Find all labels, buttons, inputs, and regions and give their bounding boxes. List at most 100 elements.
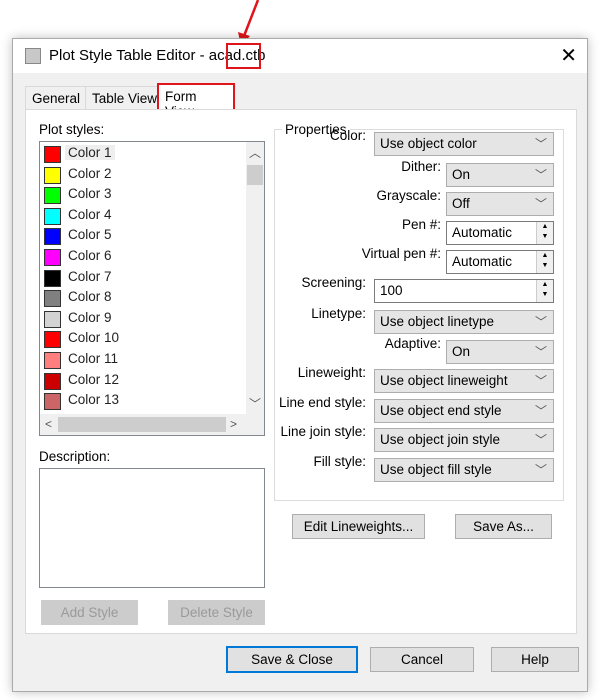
delete-style-button[interactable]: Delete Style — [168, 600, 265, 625]
line-end-value: Use object end style — [380, 403, 502, 418]
plot-style-item[interactable]: Color 1 — [42, 144, 242, 164]
color-swatch — [44, 146, 61, 163]
color-swatch — [44, 269, 61, 287]
screening-label: Screening: — [301, 275, 366, 290]
adaptive-dropdown[interactable]: On ﹀ — [446, 340, 554, 364]
color-swatch — [44, 166, 61, 184]
plot-style-label: Color 9 — [68, 309, 112, 325]
annotation-highlight — [226, 43, 261, 69]
plot-style-item[interactable]: Color 12 — [42, 371, 242, 391]
app-icon — [25, 48, 41, 64]
chevron-down-icon: ﹀ — [534, 404, 547, 418]
grayscale-value: Off — [452, 196, 470, 211]
color-swatch — [44, 187, 61, 205]
plot-style-label: Color 3 — [68, 186, 112, 202]
color-swatch — [44, 228, 61, 246]
color-swatch — [44, 393, 61, 411]
description-label: Description: — [39, 449, 111, 464]
pen-value: Automatic — [452, 225, 513, 240]
color-swatch — [44, 310, 61, 328]
lineweight-label: Lineweight: — [297, 365, 366, 380]
grayscale-label: Grayscale: — [376, 188, 441, 203]
line-join-dropdown[interactable]: Use object join style ﹀ — [374, 428, 554, 452]
fill-dropdown[interactable]: Use object fill style ﹀ — [374, 458, 554, 482]
scrollbar-thumb[interactable] — [247, 165, 263, 185]
color-dropdown[interactable]: Use object color ﹀ — [374, 132, 554, 156]
chevron-down-icon: ﹀ — [534, 137, 547, 151]
fill-value: Use object fill style — [380, 462, 492, 477]
add-style-button[interactable]: Add Style — [41, 600, 138, 625]
plot-style-label: Color 5 — [68, 227, 112, 243]
plot-style-item[interactable]: Color 10 — [42, 329, 242, 349]
help-button[interactable]: Help — [491, 647, 579, 672]
pen-label: Pen #: — [401, 217, 441, 232]
pen-spinner[interactable]: Automatic ▲ ▼ — [446, 221, 554, 245]
color-swatch — [44, 352, 61, 369]
dither-label: Dither: — [401, 159, 441, 174]
screening-value: 100 — [380, 283, 403, 298]
horizontal-scrollbar[interactable]: < > — [40, 414, 264, 435]
virtual-pen-label: Virtual pen #: — [361, 246, 441, 261]
screening-spinner[interactable]: 100 ▲ ▼ — [374, 279, 554, 303]
close-icon[interactable]: ✕ — [560, 43, 577, 68]
color-swatch — [44, 290, 61, 308]
line-join-label: Line join style: — [280, 424, 366, 439]
spinner-arrows-icon[interactable]: ▲ ▼ — [536, 280, 553, 302]
grayscale-dropdown[interactable]: Off ﹀ — [446, 192, 554, 216]
plot-style-item[interactable]: Color 3 — [42, 185, 242, 205]
virtual-pen-spinner[interactable]: Automatic ▲ ▼ — [446, 250, 554, 274]
plot-style-label: Color 2 — [68, 165, 112, 181]
plot-styles-list[interactable]: Color 1 Color 2 Color 3 Color 4 Color 5 Color… — [39, 141, 265, 436]
plot-styles-label: Plot styles: — [39, 122, 105, 137]
title-bar: Plot Style Table Editor - acad.ctb ✕ — [13, 39, 587, 73]
linetype-label: Linetype: — [311, 306, 366, 321]
plot-style-item[interactable]: Color 9 — [42, 309, 242, 329]
plot-style-item[interactable]: Color 8 — [42, 288, 242, 308]
lineweight-dropdown[interactable]: Use object lineweight ﹀ — [374, 369, 554, 393]
linetype-value: Use object linetype — [380, 314, 495, 329]
color-swatch — [44, 331, 61, 349]
plot-style-label: Color 8 — [68, 289, 112, 305]
chevron-down-icon: ﹀ — [534, 433, 547, 447]
tab-table-view[interactable]: Table View — [85, 86, 165, 110]
adaptive-value: On — [452, 344, 471, 359]
chevron-down-icon: ﹀ — [534, 374, 547, 388]
chevron-down-icon: ﹀ — [534, 168, 547, 182]
color-swatch — [44, 249, 61, 266]
form-view-panel: Plot styles: Color 1 Color 2 Color 3 Color … — [25, 109, 577, 634]
color-swatch — [44, 372, 61, 390]
cancel-button[interactable]: Cancel — [370, 647, 474, 672]
line-join-value: Use object join style — [380, 432, 501, 447]
scrollbar-thumb[interactable] — [58, 417, 226, 432]
plot-style-table-editor-dialog: Plot Style Table Editor - acad.ctb ✕ Gen… — [12, 38, 588, 692]
linetype-dropdown[interactable]: Use object linetype ﹀ — [374, 310, 554, 334]
vertical-scrollbar[interactable]: ︿ ﹀ — [246, 142, 264, 414]
fill-label: Fill style: — [313, 454, 366, 469]
color-label: Color: — [329, 128, 366, 143]
line-end-dropdown[interactable]: Use object end style ﹀ — [374, 399, 554, 423]
save-close-button[interactable]: Save & Close — [226, 646, 358, 673]
save-as-button[interactable]: Save As... — [455, 514, 552, 539]
plot-style-label: Color 10 — [68, 330, 120, 346]
description-textarea[interactable] — [39, 468, 265, 588]
dither-dropdown[interactable]: On ﹀ — [446, 163, 554, 187]
tab-general[interactable]: General — [25, 86, 88, 110]
chevron-down-icon: ﹀ — [534, 345, 547, 359]
edit-lineweights-button[interactable]: Edit Lineweights... — [292, 514, 425, 539]
plot-style-item[interactable]: Color 11 — [42, 350, 242, 370]
plot-style-item[interactable]: Color 13 — [42, 391, 242, 411]
spinner-arrows-icon[interactable]: ▲ ▼ — [536, 251, 553, 273]
tab-form-view[interactable]: Form View — [157, 83, 235, 119]
plot-style-label: Color 13 — [68, 392, 120, 408]
plot-style-item[interactable]: Color 4 — [42, 206, 242, 226]
plot-style-item[interactable]: Color 5 — [42, 226, 242, 246]
chevron-down-icon: ﹀ — [534, 315, 547, 329]
lineweight-value: Use object lineweight — [380, 373, 508, 388]
color-swatch — [44, 207, 61, 225]
plot-style-item[interactable]: Color 2 — [42, 165, 242, 185]
adaptive-label: Adaptive: — [384, 336, 441, 351]
virtual-pen-value: Automatic — [452, 254, 513, 269]
plot-style-item[interactable]: Color 7 — [42, 268, 242, 288]
plot-style-item[interactable]: Color 6 — [42, 247, 242, 267]
spinner-arrows-icon[interactable]: ▲ ▼ — [536, 222, 553, 244]
